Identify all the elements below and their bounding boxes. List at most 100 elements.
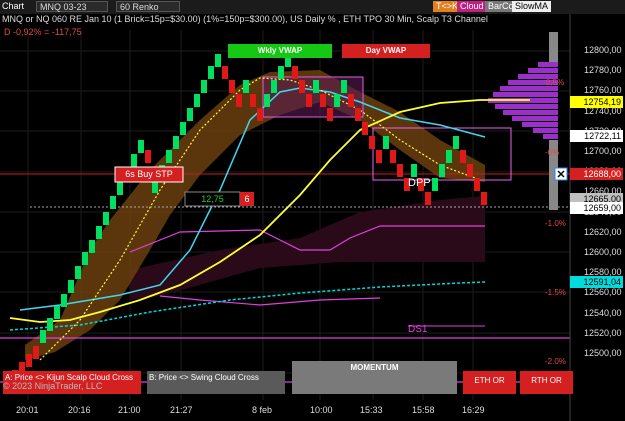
change-readout: D -0,92% = -117,75 bbox=[4, 27, 82, 37]
up-brick bbox=[334, 94, 340, 107]
down-brick bbox=[229, 80, 235, 93]
up-brick bbox=[194, 94, 200, 107]
up-brick bbox=[96, 226, 102, 239]
up-brick bbox=[411, 164, 417, 177]
chart-title: MNQ or NQ 060 RE Jan 10 (1 Brick=15p=$30… bbox=[2, 14, 488, 24]
up-brick bbox=[264, 94, 270, 107]
down-brick bbox=[481, 192, 487, 205]
price-tick: 12800,00 bbox=[584, 45, 622, 55]
up-brick bbox=[166, 150, 172, 163]
down-brick bbox=[145, 150, 151, 163]
up-brick bbox=[68, 280, 74, 293]
price-tick: 12760,00 bbox=[584, 85, 622, 96]
up-brick bbox=[383, 136, 389, 149]
up-brick bbox=[243, 80, 249, 93]
up-brick bbox=[110, 196, 116, 209]
up-brick bbox=[47, 318, 53, 331]
price-tick: 12620,00 bbox=[584, 226, 622, 237]
order-qty-text: 6 bbox=[244, 194, 250, 204]
down-brick bbox=[362, 122, 368, 135]
time-label: 20:01 bbox=[16, 405, 39, 415]
bar-type-selector[interactable]: 60 Renko bbox=[116, 1, 180, 12]
up-brick bbox=[103, 212, 109, 225]
price-marker: 12591,04 bbox=[570, 276, 623, 288]
chart-canvas[interactable] bbox=[0, 14, 625, 421]
up-brick bbox=[117, 182, 123, 195]
up-brick bbox=[432, 178, 438, 191]
up-brick bbox=[173, 136, 179, 149]
pct-label-top: 0,5% bbox=[546, 78, 565, 87]
up-brick bbox=[439, 164, 445, 177]
instrument-selector[interactable]: MNQ 03-23 bbox=[36, 1, 108, 12]
up-brick bbox=[271, 80, 277, 93]
price-tick: 12500,00 bbox=[584, 348, 622, 358]
up-brick bbox=[313, 80, 319, 93]
cloud-toggle-button[interactable]: Cloud bbox=[457, 1, 487, 12]
price-marker: 12688,00 bbox=[570, 168, 623, 180]
down-brick bbox=[222, 66, 228, 79]
price-tick: 12560,00 bbox=[584, 287, 622, 298]
down-brick bbox=[306, 94, 312, 107]
down-brick bbox=[460, 150, 466, 163]
price-tick: 12520,00 bbox=[584, 327, 622, 338]
time-label: 21:00 bbox=[118, 405, 141, 415]
time-label: 10:00 bbox=[310, 405, 333, 415]
rth-or-button[interactable]: RTH OR bbox=[520, 371, 573, 394]
price-tick: 12540,00 bbox=[584, 307, 622, 318]
price-marker: 12659,00 bbox=[570, 202, 623, 214]
down-brick bbox=[250, 94, 256, 107]
time-label: 16:29 bbox=[462, 405, 485, 415]
up-brick bbox=[187, 108, 193, 121]
swing-cross-button[interactable]: B: Price <> Swing Cloud Cross bbox=[147, 371, 285, 394]
price-tick: 12700,00 bbox=[584, 146, 622, 156]
up-brick bbox=[208, 66, 214, 79]
up-brick bbox=[54, 306, 60, 319]
eth-or-button[interactable]: ETH OR bbox=[463, 371, 516, 394]
down-brick bbox=[292, 66, 298, 79]
price-marker: 12722,11 bbox=[570, 130, 623, 142]
pct-label-15: -1.5% bbox=[545, 288, 566, 297]
price-marker: 12754,19 bbox=[570, 96, 623, 108]
up-brick bbox=[131, 154, 137, 167]
down-brick bbox=[474, 178, 480, 191]
up-brick bbox=[215, 54, 221, 67]
pct-label-0: -0% bbox=[545, 148, 560, 157]
chart-toolbar: Chart MNQ 03-23 60 Renko T<>K Cloud BarC… bbox=[0, 0, 625, 15]
down-brick bbox=[236, 94, 242, 107]
down-brick bbox=[33, 346, 39, 359]
down-brick bbox=[320, 94, 326, 107]
price-tick: 12780,00 bbox=[584, 65, 622, 76]
momentum-button[interactable]: MOMENTUM bbox=[292, 361, 457, 394]
down-brick bbox=[425, 192, 431, 205]
order-price-text: 12,75 bbox=[201, 194, 224, 204]
down-brick bbox=[390, 150, 396, 163]
dpp-label: DPP bbox=[408, 177, 431, 189]
up-brick bbox=[82, 252, 88, 265]
down-brick bbox=[348, 94, 354, 107]
down-brick bbox=[397, 164, 403, 177]
down-brick bbox=[26, 354, 32, 367]
time-label: 20:16 bbox=[68, 405, 91, 415]
up-brick bbox=[180, 122, 186, 135]
time-label: 21:27 bbox=[170, 405, 193, 415]
up-brick bbox=[201, 80, 207, 93]
down-brick bbox=[369, 136, 375, 149]
up-brick bbox=[138, 140, 144, 153]
down-brick bbox=[327, 108, 333, 121]
up-brick bbox=[453, 136, 459, 149]
time-label: 15:33 bbox=[360, 405, 383, 415]
up-brick bbox=[446, 150, 452, 163]
down-brick bbox=[299, 80, 305, 93]
up-brick bbox=[61, 294, 67, 307]
up-brick bbox=[40, 330, 46, 343]
slowma-toggle-button[interactable]: SlowMA bbox=[512, 1, 552, 12]
pct-label-2: -2.0% bbox=[545, 357, 566, 366]
pct-label-1: -1.0% bbox=[545, 219, 566, 228]
down-brick bbox=[467, 164, 473, 177]
up-brick bbox=[89, 240, 95, 253]
up-brick bbox=[278, 66, 284, 79]
time-label: 15:58 bbox=[412, 405, 435, 415]
time-label: 8 feb bbox=[252, 405, 273, 415]
chart-menu[interactable]: Chart bbox=[2, 1, 24, 12]
day-vwap-text: Day VWAP bbox=[365, 46, 407, 55]
